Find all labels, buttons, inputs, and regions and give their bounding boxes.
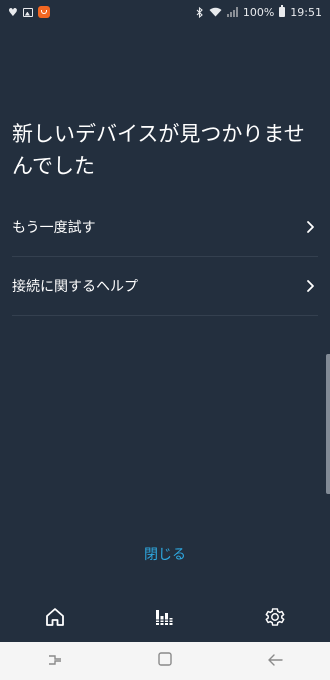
connection-help-label: 接続に関するヘルプ [12,279,138,295]
chevron-right-icon [302,219,318,235]
nav-home-button[interactable] [35,599,75,639]
recents-icon [46,652,64,671]
chevron-right-icon [302,278,318,294]
system-home-button[interactable] [145,646,185,676]
page-title: 新しいデバイスが見つかりませんでした [12,122,305,178]
wifi-icon [209,7,222,17]
status-bar: ♥ 100% 19:51 [0,0,330,24]
signal-icon [226,7,238,17]
battery-icon [279,5,286,17]
bottom-nav [0,596,330,642]
nav-play-button[interactable] [145,599,185,639]
retry-option[interactable]: もう一度試す [12,198,318,257]
back-button[interactable] [255,646,295,676]
retry-label: もう一度試す [12,220,96,236]
battery-percent: 100% [242,5,275,19]
equalizer-icon [155,608,175,630]
home-square-icon [157,651,173,671]
heart-icon: ♥ [8,5,18,19]
connection-help-option[interactable]: 接続に関するヘルプ [12,257,318,316]
back-icon [266,652,284,671]
system-nav-bar [0,642,330,680]
system-status: 100% 19:51 [196,5,322,19]
options-list: もう一度試す 接続に関するヘルプ [12,198,318,316]
gear-icon [264,606,286,632]
clock: 19:51 [290,5,322,19]
home-icon [44,606,66,632]
recents-button[interactable] [35,646,75,676]
scroll-handle[interactable] [326,354,330,494]
notification-icons: ♥ [8,6,50,19]
bluetooth-icon [196,6,204,18]
image-icon [22,7,33,17]
close-button[interactable]: 閉じる [0,544,330,564]
app-badge-icon [37,6,50,18]
nav-settings-button[interactable] [255,599,295,639]
